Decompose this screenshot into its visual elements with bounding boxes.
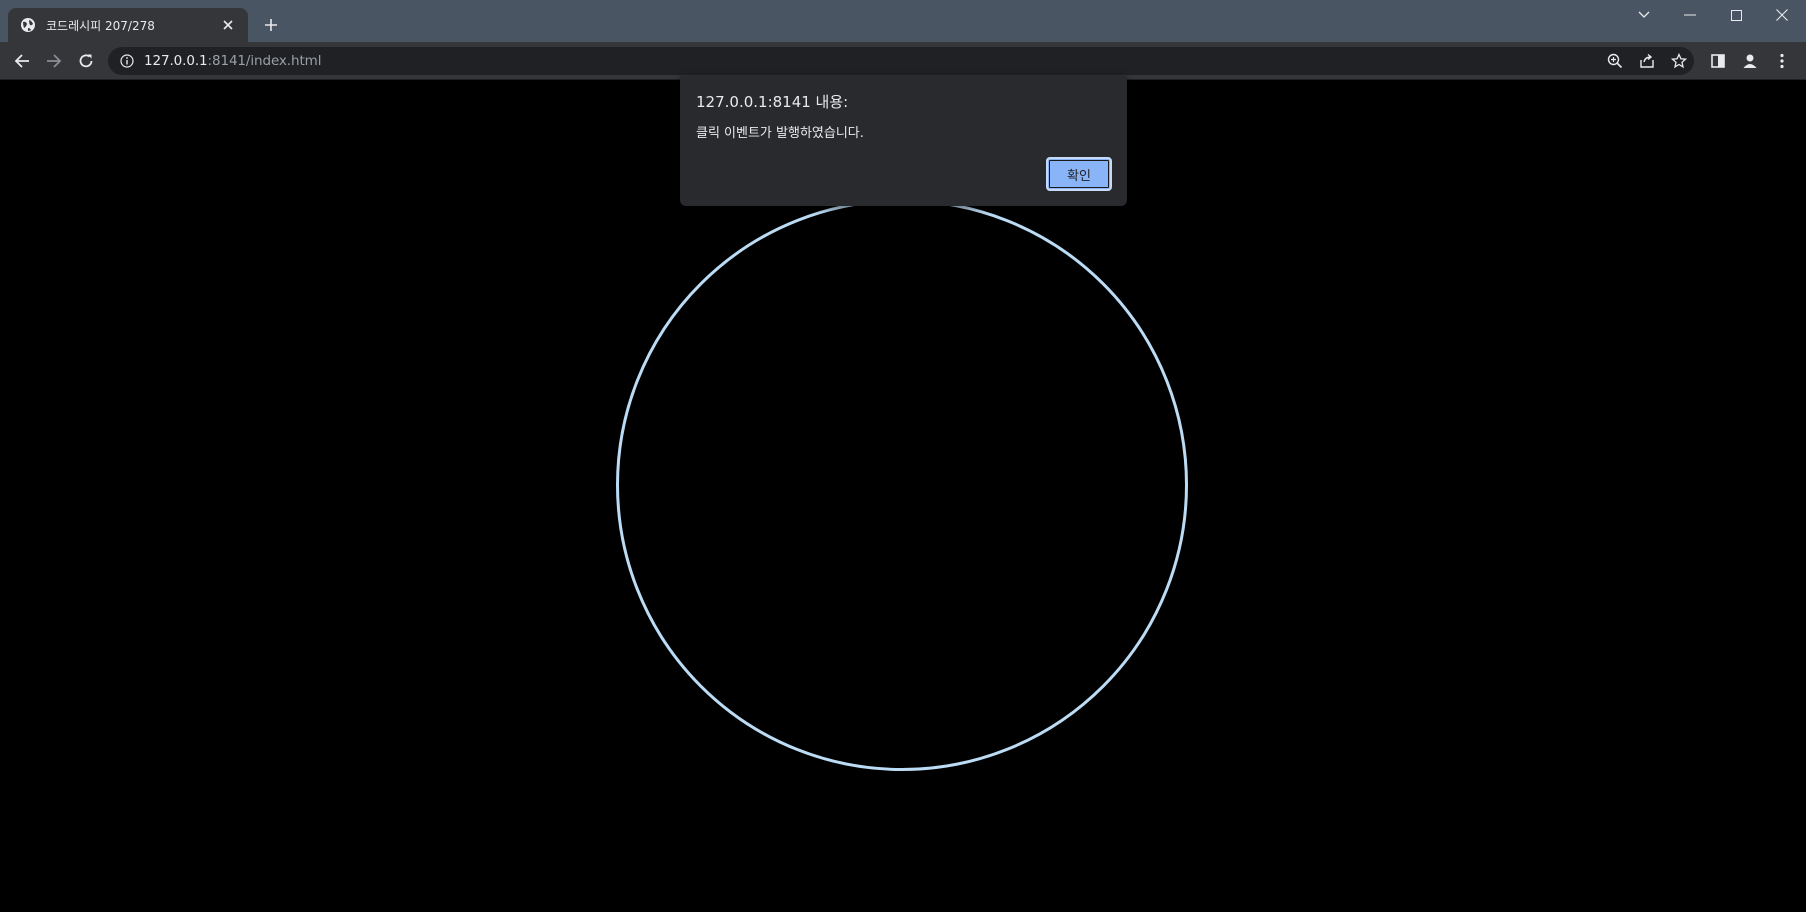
url-path: :8141/index.html	[207, 53, 322, 69]
tab-strip: 코드레시피 207/278	[0, 0, 1806, 42]
close-window-button[interactable]	[1759, 0, 1805, 30]
arrow-left-icon	[14, 54, 29, 68]
ok-button[interactable]: 확인	[1046, 157, 1112, 191]
alert-dialog: 127.0.0.1:8141 내용: 클릭 이벤트가 발행하였습니다. 확인	[680, 76, 1127, 206]
dialog-title: 127.0.0.1:8141 내용:	[696, 93, 849, 111]
side-panel-icon	[1711, 54, 1725, 68]
star-icon[interactable]	[1670, 52, 1688, 70]
reload-icon	[79, 54, 93, 68]
new-tab-button[interactable]	[258, 12, 284, 38]
url-host: 127.0.0.1	[144, 53, 208, 69]
more-icon	[1780, 53, 1784, 69]
globe-icon	[20, 17, 36, 33]
zoom-icon[interactable]	[1606, 52, 1624, 70]
back-button[interactable]	[8, 47, 36, 75]
plus-icon	[265, 19, 277, 31]
tab-search-button[interactable]	[1621, 0, 1667, 30]
close-icon	[1776, 9, 1788, 21]
close-tab-icon[interactable]	[218, 15, 238, 35]
tab-title: 코드레시피 207/278	[46, 18, 155, 33]
reload-button[interactable]	[72, 47, 100, 75]
arrow-right-icon	[47, 54, 62, 68]
side-panel-button[interactable]	[1704, 47, 1732, 75]
minimize-icon	[1684, 14, 1696, 16]
info-icon[interactable]	[120, 54, 134, 68]
forward-button[interactable]	[40, 47, 68, 75]
minimize-button[interactable]	[1667, 0, 1713, 30]
browser-toolbar: 127.0.0.1:8141/index.html	[0, 42, 1806, 80]
maximize-button[interactable]	[1713, 0, 1759, 30]
maximize-icon	[1730, 9, 1742, 21]
address-bar[interactable]: 127.0.0.1:8141/index.html	[108, 47, 1694, 75]
browser-tab[interactable]: 코드레시피 207/278	[8, 8, 248, 42]
share-icon[interactable]	[1638, 52, 1656, 70]
circle-shape[interactable]	[616, 199, 1188, 771]
dialog-message: 클릭 이벤트가 발행하였습니다.	[696, 126, 864, 141]
menu-button[interactable]	[1768, 47, 1796, 75]
profile-icon	[1743, 54, 1757, 68]
chevron-down-icon	[1638, 11, 1650, 18]
profile-button[interactable]	[1736, 47, 1764, 75]
